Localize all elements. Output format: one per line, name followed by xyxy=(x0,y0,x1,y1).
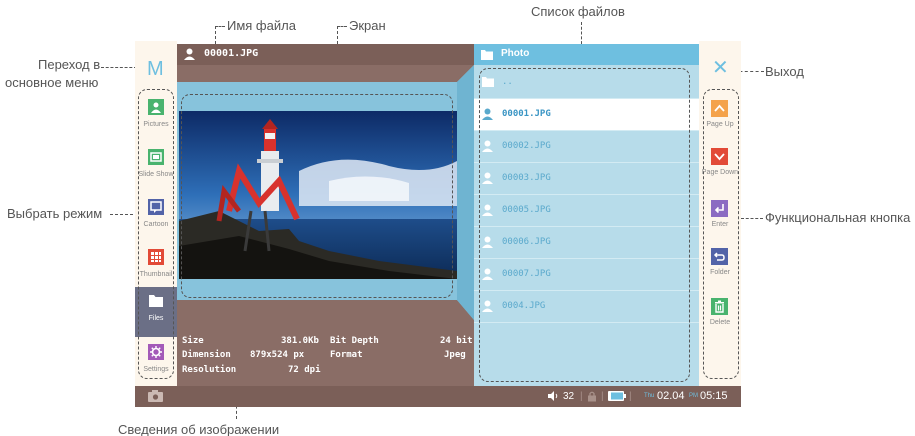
info-dimension-value: 879x524 px xyxy=(250,350,305,360)
info-resolution-value: 72 dpi xyxy=(288,365,321,375)
status-separator: | xyxy=(629,391,632,402)
status-bar: 32 | | | Thu 02.04 PM 05:15 xyxy=(135,386,741,407)
screen-outline xyxy=(181,94,453,298)
current-file-name: 00001.JPG xyxy=(204,48,259,59)
callout-image-info: Сведения об изображении xyxy=(118,422,280,436)
folder-name: Photo xyxy=(501,48,530,59)
day-of-week: Thu xyxy=(644,393,655,399)
callout-line xyxy=(215,26,216,44)
function-group-outline xyxy=(703,89,739,379)
folder-icon xyxy=(481,50,493,60)
info-bitdepth-value: 24 bit xyxy=(440,336,473,346)
volume-icon[interactable] xyxy=(548,391,558,401)
info-format-value: Jpeg xyxy=(444,350,466,360)
info-resolution-label: Resolution xyxy=(182,365,237,375)
info-size-label: Size xyxy=(182,336,204,346)
info-bitdepth-label: Bit Depth xyxy=(330,336,379,346)
time-display: 05:15 xyxy=(700,390,728,402)
lock-icon[interactable] xyxy=(588,391,596,402)
callout-main-menu-line1: Переход в xyxy=(38,57,101,72)
main-menu-button[interactable]: M xyxy=(147,58,164,81)
info-size-value: 381.0Kb xyxy=(281,336,319,346)
callout-function-button: Функциональная кнопка xyxy=(765,210,911,225)
callout-line xyxy=(337,26,347,27)
callout-line xyxy=(215,26,225,27)
user-icon xyxy=(184,48,195,60)
status-separator: | xyxy=(580,391,583,402)
callout-line xyxy=(110,214,138,215)
callout-line xyxy=(101,67,137,68)
ampm-display: PM xyxy=(689,393,698,399)
exit-button[interactable]: ✕ xyxy=(712,57,729,79)
file-title-bar: 00001.JPG xyxy=(177,44,474,65)
battery-icon xyxy=(608,391,626,401)
info-dimension-label: Dimension xyxy=(182,350,231,360)
mode-group-outline xyxy=(138,89,174,379)
callout-filelist: Список файлов xyxy=(531,4,625,19)
file-list-outline xyxy=(479,68,690,382)
callout-exit: Выход xyxy=(765,64,804,79)
callout-mode: Выбрать режим xyxy=(7,206,103,221)
status-separator: | xyxy=(601,391,604,402)
callout-filename: Имя файла xyxy=(227,18,296,33)
info-format-label: Format xyxy=(330,350,363,360)
date-display: 02.04 xyxy=(657,390,685,402)
callout-line xyxy=(741,218,763,219)
callout-screen: Экран xyxy=(349,18,386,33)
files-title-bar: Photo xyxy=(474,44,699,65)
callout-main-menu-line2: основное меню xyxy=(5,75,99,90)
camera-icon xyxy=(148,390,163,402)
volume-level: 32 xyxy=(563,391,575,402)
